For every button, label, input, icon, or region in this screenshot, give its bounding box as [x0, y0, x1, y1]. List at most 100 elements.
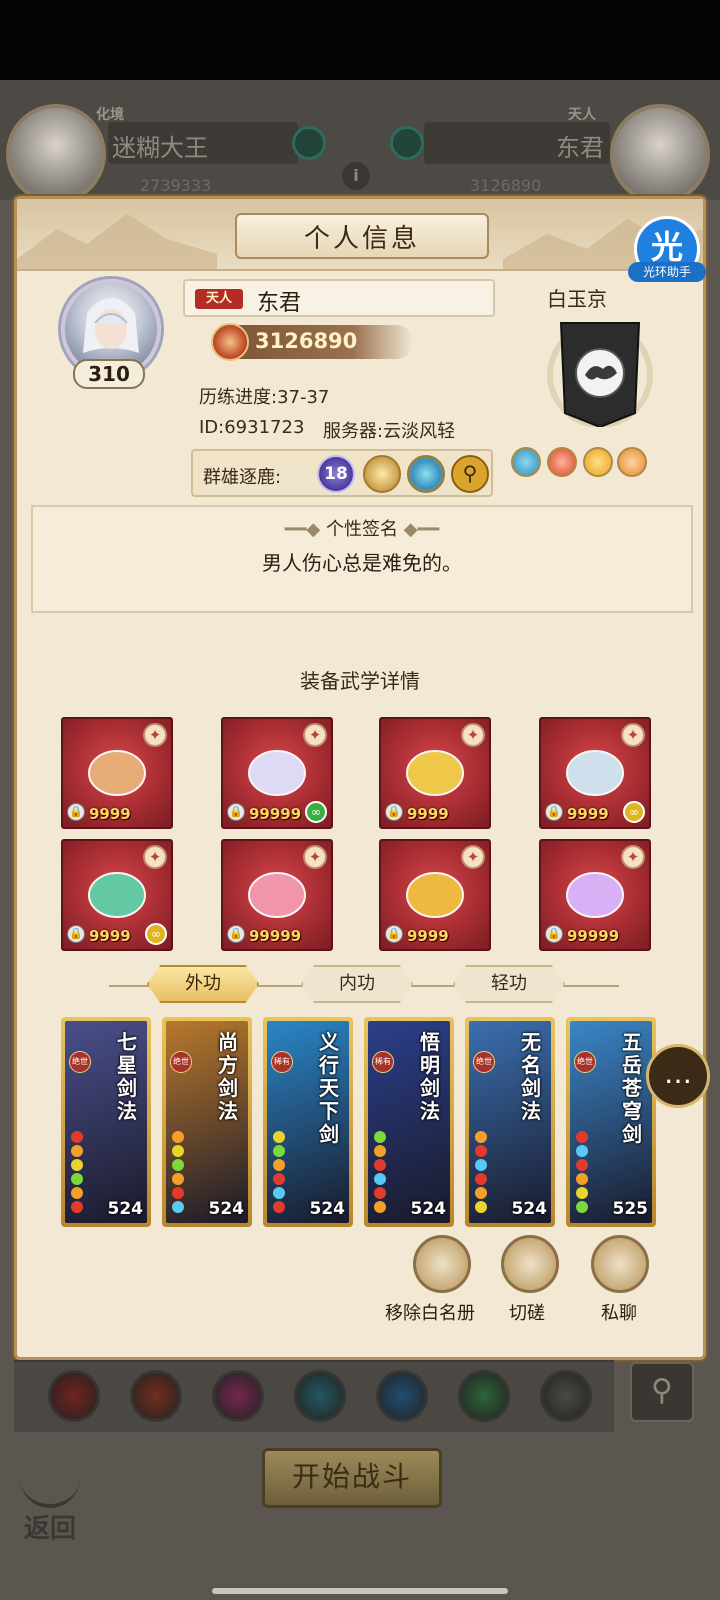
home-indicator[interactable] — [212, 1588, 508, 1594]
search-icon[interactable]: ⚲ — [451, 455, 489, 493]
skill-card[interactable]: 悟明剑法 稀有 524 — [364, 1017, 454, 1227]
signature-title-text: 个性签名 — [326, 519, 398, 540]
chat-icon[interactable] — [591, 1235, 649, 1293]
signature-title: ━━◆ 个性签名 ◆━━ — [33, 515, 691, 541]
necklace-icon — [88, 872, 146, 918]
skill-card-art: 七星剑法 绝世 524 — [65, 1021, 147, 1223]
boots-icon — [566, 750, 624, 796]
right-player-avatar — [610, 104, 710, 204]
back-button[interactable]: 返回 — [16, 1474, 92, 1544]
bracelet-icon — [566, 872, 624, 918]
hairpin-icon — [248, 872, 306, 918]
skill-gem-icon — [374, 1201, 386, 1213]
skill-level: 524 — [309, 1199, 346, 1219]
equipment-slot-necklace[interactable]: ✦ 🔒 9999 ∞ — [61, 839, 173, 951]
rarity-star-icon: ✦ — [143, 723, 167, 747]
sect-badge-1[interactable] — [511, 447, 541, 477]
skill-tier-badge: 稀有 — [271, 1051, 293, 1073]
equipment-slot-hairpin[interactable]: ✦ 🔒 99999 — [221, 839, 333, 951]
sect-banner-icon[interactable] — [547, 317, 653, 427]
skill-card[interactable]: 无名剑法 绝世 524 — [465, 1017, 555, 1227]
skill-gem-icon — [576, 1187, 588, 1199]
skill-gem-icon — [374, 1173, 386, 1185]
floating-chat-icon[interactable]: … — [646, 1044, 710, 1108]
tab-movement-skill[interactable]: 轻功 — [453, 965, 565, 1003]
equipment-slot-boots[interactable]: ✦ 🔒 9999 ∞ — [539, 717, 651, 829]
book-icon[interactable] — [413, 1235, 471, 1293]
tab-external-skill[interactable]: 外功 — [147, 965, 259, 1003]
player-name-box: 天人 东君 — [183, 279, 495, 317]
skill-gem-icon — [172, 1159, 184, 1171]
left-player-power: 2739333 — [140, 176, 212, 195]
skill-gem-icon — [273, 1131, 285, 1143]
equipment-slot-bracelet[interactable]: ✦ 🔒 99999 — [539, 839, 651, 951]
helper-badge-label: 光环助手 — [628, 262, 706, 282]
skill-orb-icon[interactable] — [130, 1370, 182, 1422]
private-chat-button[interactable]: 私聊 — [601, 1299, 637, 1325]
right-player-status-icon — [390, 126, 424, 160]
skill-name: 尚方剑法 — [218, 1030, 238, 1123]
info-icon[interactable]: i — [342, 162, 370, 190]
skill-gem-icon — [71, 1131, 83, 1143]
skill-level: 524 — [511, 1199, 548, 1219]
skill-orb-icon[interactable] — [48, 1370, 100, 1422]
skill-tier-badge: 绝世 — [574, 1051, 596, 1073]
ring-icon — [406, 872, 464, 918]
tab-internal-skill[interactable]: 内功 — [301, 965, 413, 1003]
skill-card[interactable]: 五岳苍穹剑 绝世 525 — [566, 1017, 656, 1227]
arena-emblem-icon[interactable] — [363, 455, 401, 493]
skill-card[interactable]: 尚方剑法 绝世 524 — [162, 1017, 252, 1227]
equipment-value: 99999 — [249, 805, 302, 823]
skill-orb-icon[interactable] — [540, 1370, 592, 1422]
skill-name: 无名剑法 — [521, 1030, 541, 1123]
player-level: 310 — [73, 359, 145, 389]
skill-gem-icon — [273, 1145, 285, 1157]
skill-gem-icon — [374, 1187, 386, 1199]
fist-icon[interactable] — [501, 1235, 559, 1293]
right-player-name: 东君 — [556, 134, 604, 162]
skill-gem-icon — [576, 1159, 588, 1171]
sect-badge-2[interactable] — [547, 447, 577, 477]
skill-gem-icon — [374, 1159, 386, 1171]
skill-gem-icon — [172, 1201, 184, 1213]
skill-orb-icon[interactable] — [294, 1370, 346, 1422]
crossed-swords-icon[interactable] — [407, 455, 445, 493]
arena-rank-badge[interactable]: 18 — [317, 455, 355, 493]
skill-level: 524 — [107, 1199, 144, 1219]
rarity-star-icon: ✦ — [461, 845, 485, 869]
skill-gem-icon — [172, 1145, 184, 1157]
helper-badge[interactable]: 光 光环助手 — [628, 216, 706, 288]
skill-level: 524 — [208, 1199, 245, 1219]
sect-badge-3[interactable] — [583, 447, 613, 477]
skill-gem-icon — [71, 1173, 83, 1185]
spar-button[interactable]: 切磋 — [509, 1299, 545, 1325]
arena-label: 群雄逐鹿: — [203, 467, 282, 488]
remove-whitelist-button[interactable]: 移除白名册 — [385, 1299, 475, 1325]
bottom-search-icon[interactable]: ⚲ — [630, 1362, 694, 1422]
rank-badge: 天人 — [195, 289, 243, 309]
equipment-slot-weapon[interactable]: ✦ 🔒 9999 — [61, 717, 173, 829]
equipment-slot-belt[interactable]: ✦ 🔒 9999 — [379, 717, 491, 829]
skill-orb-icon[interactable] — [376, 1370, 428, 1422]
skill-tier-badge: 绝世 — [473, 1051, 495, 1073]
skill-gem-icon — [71, 1187, 83, 1199]
equipment-value: 9999 — [407, 805, 449, 823]
divider-left-icon: ━━◆ — [284, 519, 326, 540]
equipment-slot-armor[interactable]: ✦ 🔒 99999 ∞ — [221, 717, 333, 829]
skill-orb-icon[interactable] — [458, 1370, 510, 1422]
link-icon: ∞ — [623, 801, 645, 823]
start-battle-button[interactable]: 开始战斗 — [262, 1448, 442, 1508]
skill-gem-icon — [172, 1187, 184, 1199]
lock-icon: 🔒 — [385, 925, 403, 943]
equipment-slot-ring[interactable]: ✦ 🔒 9999 — [379, 839, 491, 951]
sect-badge-4[interactable] — [617, 447, 647, 477]
skill-name: 七星剑法 — [117, 1030, 137, 1123]
skill-gem-icon — [475, 1201, 487, 1213]
skill-card[interactable]: 七星剑法 绝世 524 — [61, 1017, 151, 1227]
back-arrow-icon — [20, 1474, 80, 1508]
skill-orb-icon[interactable] — [212, 1370, 264, 1422]
skill-gem-icon — [172, 1131, 184, 1143]
skill-card-art: 义行天下剑 稀有 524 — [267, 1021, 349, 1223]
skill-gem-icon — [273, 1201, 285, 1213]
skill-card[interactable]: 义行天下剑 稀有 524 — [263, 1017, 353, 1227]
